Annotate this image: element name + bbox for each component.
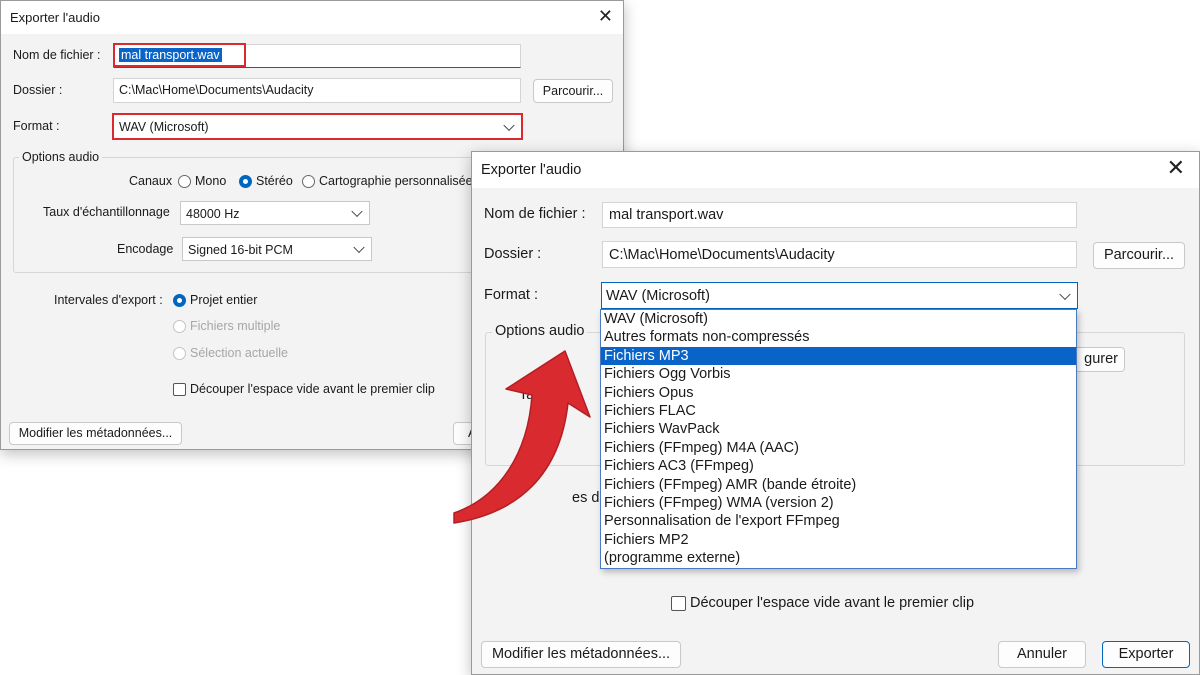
format-label: Format :: [484, 287, 538, 303]
chevron-down-icon: [351, 205, 363, 218]
browse-button[interactable]: Parcourir...: [1093, 242, 1185, 269]
format-option[interactable]: Personnalisation de l'export FFmpeg: [601, 512, 1076, 530]
format-option[interactable]: Fichiers FLAC: [601, 402, 1076, 420]
partial-label-rate: Tau: [519, 387, 543, 403]
full-project-label: Projet entier: [190, 293, 258, 307]
radio-full-project[interactable]: [173, 294, 186, 307]
chevron-down-icon: [353, 241, 365, 254]
trim-label: Découper l'espace vide avant le premier …: [690, 595, 975, 611]
title-bar: Exporter l'audio ✕: [1, 1, 623, 34]
stereo-label: Stéréo: [256, 174, 293, 188]
trim-label: Découper l'espace vide avant le premier …: [190, 382, 435, 396]
audio-options-legend: Options audio: [492, 323, 588, 339]
mono-label: Mono: [195, 174, 227, 188]
radio-custom-mapping[interactable]: [302, 175, 315, 188]
format-option[interactable]: Fichiers Opus: [601, 384, 1076, 402]
sample-rate-select[interactable]: 48000 Hz: [180, 201, 370, 225]
channels-label: Canaux: [129, 174, 173, 188]
filename-label: Nom de fichier :: [13, 48, 101, 62]
encoding-label: Encodage: [117, 242, 174, 256]
close-icon[interactable]: ✕: [1167, 156, 1185, 181]
encoding-value: Signed 16-bit PCM: [188, 243, 293, 257]
folder-label: Dossier :: [484, 246, 542, 262]
export-button[interactable]: Exporter: [1102, 641, 1190, 668]
format-option[interactable]: Fichiers AC3 (FFmpeg): [601, 457, 1076, 475]
folder-field[interactable]: C:\Mac\Home\Documents\Audacity: [113, 78, 521, 103]
chevron-down-icon: [1059, 288, 1071, 300]
multiple-files-label: Fichiers multiple: [190, 319, 281, 333]
format-option[interactable]: Fichiers MP2: [601, 531, 1076, 549]
radio-current-selection[interactable]: [173, 347, 186, 360]
format-option[interactable]: Autres formats non-compressés: [601, 328, 1076, 346]
audio-options-legend: Options audio: [19, 150, 103, 164]
custom-mapping-label: Cartographie personnalisée: [319, 174, 473, 188]
format-option[interactable]: (programme externe): [601, 549, 1076, 567]
encoding-select[interactable]: Signed 16-bit PCM: [182, 237, 372, 261]
radio-stereo[interactable]: [239, 175, 252, 188]
browse-button[interactable]: Parcourir...: [533, 79, 613, 103]
current-selection-label: Sélection actuelle: [190, 346, 288, 360]
title-bar: Exporter l'audio ✕: [472, 152, 1199, 188]
edit-metadata-button[interactable]: Modifier les métadonnées...: [481, 641, 681, 668]
format-value: WAV (Microsoft): [606, 288, 710, 304]
export-range-label: Intervales d'export :: [54, 293, 163, 307]
cancel-button[interactable]: Annuler: [998, 641, 1086, 668]
radio-mono[interactable]: [178, 175, 191, 188]
format-option[interactable]: Fichiers (FFmpeg) M4A (AAC): [601, 439, 1076, 457]
filename-text: mal transport.wav: [609, 207, 724, 223]
partial-label-range: es d: [572, 490, 600, 506]
folder-text: C:\Mac\Home\Documents\Audacity: [609, 247, 835, 263]
format-select[interactable]: WAV (Microsoft): [601, 282, 1078, 309]
sample-rate-label: Taux d'échantillonnage: [43, 205, 170, 219]
format-option[interactable]: Fichiers Ogg Vorbis: [601, 365, 1076, 383]
filename-field[interactable]: mal transport.wav: [602, 202, 1077, 228]
edit-metadata-button[interactable]: Modifier les métadonnées...: [9, 422, 182, 445]
format-option[interactable]: WAV (Microsoft): [601, 310, 1076, 328]
trim-checkbox[interactable]: [671, 596, 686, 611]
close-icon[interactable]: ✕: [598, 6, 613, 27]
format-option[interactable]: Fichiers (FFmpeg) WMA (version 2): [601, 494, 1076, 512]
sample-rate-value: 48000 Hz: [186, 207, 240, 221]
format-option[interactable]: Fichiers (FFmpeg) AMR (bande étroite): [601, 476, 1076, 494]
format-highlight-annotation: [112, 113, 523, 140]
dialog-title: Exporter l'audio: [10, 10, 100, 25]
format-option[interactable]: Fichiers WavPack: [601, 420, 1076, 438]
folder-label: Dossier :: [13, 83, 63, 97]
filename-highlight-annotation: [113, 43, 246, 67]
trim-checkbox[interactable]: [173, 383, 186, 396]
radio-multiple-files[interactable]: [173, 320, 186, 333]
filename-label: Nom de fichier :: [484, 206, 586, 222]
screenshot-stage: Exporter l'audio ✕ Nom de fichier : mal …: [0, 0, 1200, 675]
folder-field[interactable]: C:\Mac\Home\Documents\Audacity: [602, 241, 1077, 268]
format-option[interactable]: Fichiers MP3: [601, 346, 1076, 366]
format-dropdown-list: WAV (Microsoft) Autres formats non-compre…: [600, 309, 1077, 569]
format-label: Format :: [13, 119, 60, 133]
folder-text: C:\Mac\Home\Documents\Audacity: [119, 83, 314, 97]
dialog-title: Exporter l'audio: [481, 162, 582, 178]
